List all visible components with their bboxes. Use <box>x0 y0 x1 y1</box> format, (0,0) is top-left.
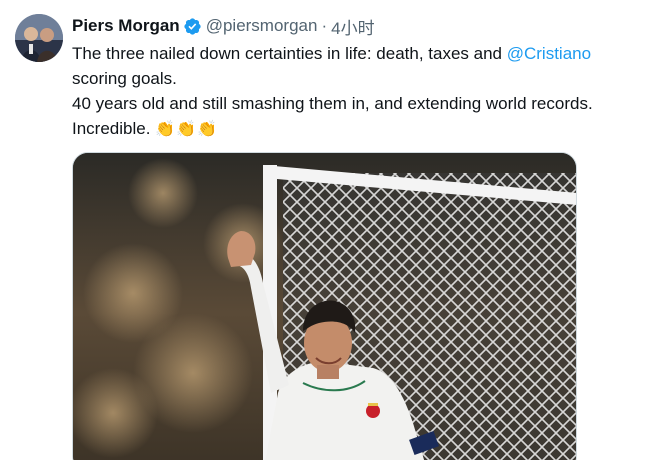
author-handle[interactable]: @piersmorgan <box>206 16 318 36</box>
tweet-text: The three nailed down certainties in lif… <box>72 41 657 141</box>
tweet-text-part: Incredible. <box>72 119 156 138</box>
mention-link[interactable]: @Cristiano <box>507 44 591 63</box>
verified-badge-icon <box>183 17 202 36</box>
tweet-text-line-1: The three nailed down certainties in lif… <box>72 41 657 66</box>
football-player-photo <box>73 153 576 460</box>
tweet-timestamp[interactable]: 4小时 <box>331 14 374 39</box>
author-name[interactable]: Piers Morgan <box>72 16 180 36</box>
tweet-text-line-4: Incredible. 👏👏👏 <box>72 116 657 141</box>
tweet-media-photo[interactable] <box>72 152 577 460</box>
author-avatar[interactable] <box>15 14 63 62</box>
clapping-hands-icon: 👏👏👏 <box>155 119 218 138</box>
tweet-text-line-2: scoring goals. <box>72 69 177 88</box>
avatar-image <box>15 14 63 62</box>
tweet-header: Piers Morgan @piersmorgan · 4小时 <box>72 14 375 38</box>
tweet-text-line-3: 40 years old and still smashing them in,… <box>72 94 593 113</box>
tweet-text-part: The three nailed down certainties in lif… <box>72 44 507 63</box>
header-separator: · <box>321 16 328 35</box>
